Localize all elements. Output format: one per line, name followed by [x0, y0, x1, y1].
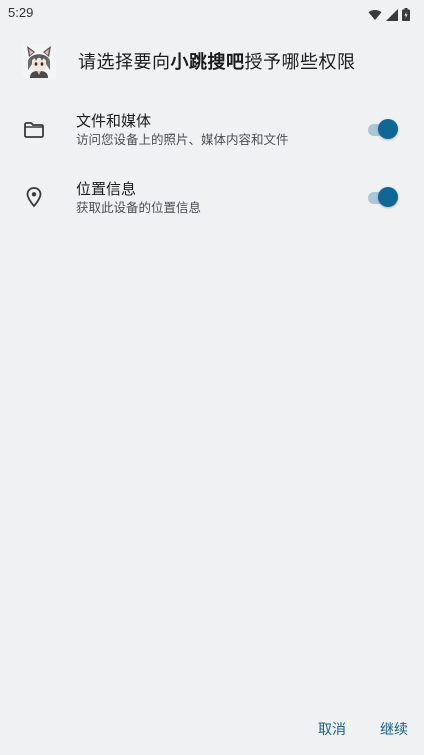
permission-title: 位置信息	[76, 180, 137, 198]
folder-icon	[22, 118, 46, 142]
toggle-thumb	[378, 119, 398, 139]
title-suffix: 授予哪些权限	[244, 52, 356, 73]
status-time: 5:29	[8, 5, 34, 20]
toggle-location[interactable]	[368, 187, 398, 207]
permission-text-files: 文件和媒体 访问您设备上的照片、媒体内容和文件	[76, 111, 289, 149]
permission-description: 访问您设备上的照片、媒体内容和文件	[76, 132, 289, 147]
dialog-header: 请选择要向小跳搜吧授予哪些权限	[22, 44, 356, 78]
wifi-icon	[368, 6, 382, 25]
battery-icon	[402, 6, 410, 25]
status-bar: 5:29	[0, 0, 424, 26]
app-avatar	[22, 44, 56, 78]
permission-row-files[interactable]: 文件和媒体 访问您设备上的照片、媒体内容和文件	[0, 104, 424, 164]
permission-row-location[interactable]: 位置信息 获取此设备的位置信息	[0, 172, 424, 232]
continue-button[interactable]: 继续	[380, 719, 408, 739]
status-icons	[368, 6, 410, 25]
toggle-thumb	[378, 187, 398, 207]
toggle-files[interactable]	[368, 119, 398, 139]
title-prefix: 请选择要向	[78, 52, 171, 73]
location-pin-icon	[22, 185, 46, 209]
dialog-title: 请选择要向小跳搜吧授予哪些权限	[78, 48, 356, 74]
app-name: 小跳搜吧	[170, 52, 245, 73]
signal-icon	[386, 6, 398, 25]
dialog-actions: 取消 继续	[318, 719, 408, 739]
permission-description: 获取此设备的位置信息	[76, 200, 202, 215]
permission-text-location: 位置信息 获取此设备的位置信息	[76, 179, 201, 217]
permission-title: 文件和媒体	[76, 112, 152, 130]
cancel-button[interactable]: 取消	[318, 719, 346, 739]
